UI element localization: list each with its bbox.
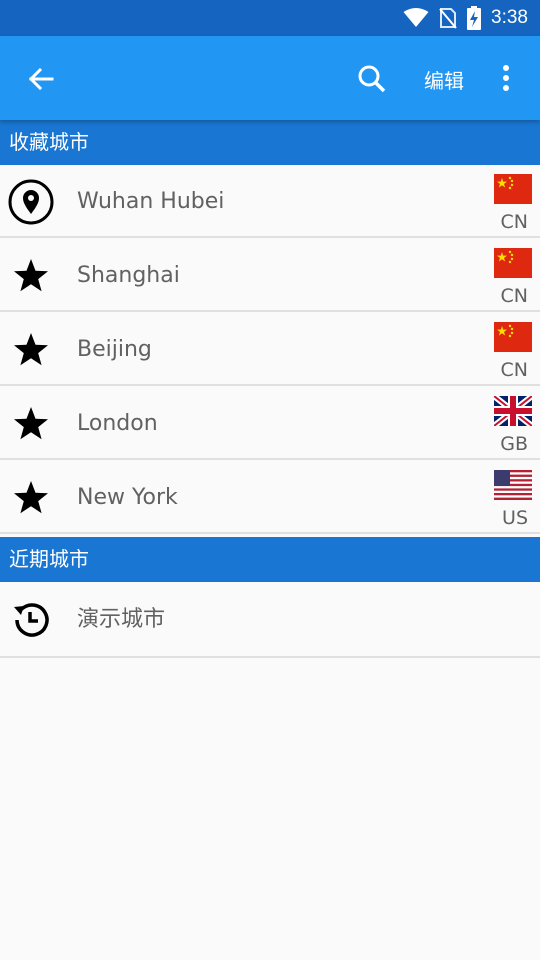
favorite-city-row[interactable]: Shanghai CN [0, 239, 540, 312]
star-icon [8, 253, 54, 299]
city-name: 演示城市 [77, 607, 166, 632]
history-icon [8, 597, 54, 643]
location-pin-icon [8, 179, 54, 225]
country-code: CN [500, 359, 528, 381]
recent-city-row[interactable]: 演示城市 [0, 582, 540, 658]
battery-charging-icon [467, 6, 482, 30]
status-bar: 3:38 [0, 0, 540, 36]
star-icon [8, 327, 54, 373]
city-name: Beijing [77, 337, 152, 362]
country-code: US [502, 507, 528, 529]
us-flag-icon [494, 470, 532, 500]
more-options-icon[interactable] [494, 62, 518, 94]
star-icon [8, 401, 54, 447]
recent-section-header: 近期城市 [0, 537, 540, 582]
country-code: CN [500, 211, 528, 233]
clock-time: 3:38 [491, 7, 528, 28]
china-flag-icon [494, 322, 532, 352]
china-flag-icon [494, 248, 532, 278]
country-code: GB [500, 433, 528, 455]
favorite-city-row[interactable]: New York US [0, 461, 540, 534]
favorite-city-row[interactable]: London GB [0, 387, 540, 460]
app-bar: 编辑 [0, 36, 540, 120]
city-name: Wuhan Hubei [77, 189, 225, 214]
search-icon[interactable] [356, 63, 388, 95]
star-icon [8, 475, 54, 521]
favorite-city-row[interactable]: Beijing CN [0, 313, 540, 386]
edit-button[interactable]: 编辑 [424, 65, 464, 94]
city-name: New York [77, 485, 178, 510]
favorite-city-row[interactable]: Wuhan Hubei CN [0, 165, 540, 238]
wifi-icon [403, 8, 429, 28]
back-arrow-icon[interactable] [26, 64, 56, 94]
city-name: London [77, 411, 158, 436]
china-flag-icon [494, 174, 532, 204]
country-code: CN [500, 285, 528, 307]
favorites-section-header: 收藏城市 [0, 120, 540, 165]
uk-flag-icon [492, 393, 534, 429]
city-name: Shanghai [77, 263, 180, 288]
no-sim-icon [439, 7, 457, 29]
